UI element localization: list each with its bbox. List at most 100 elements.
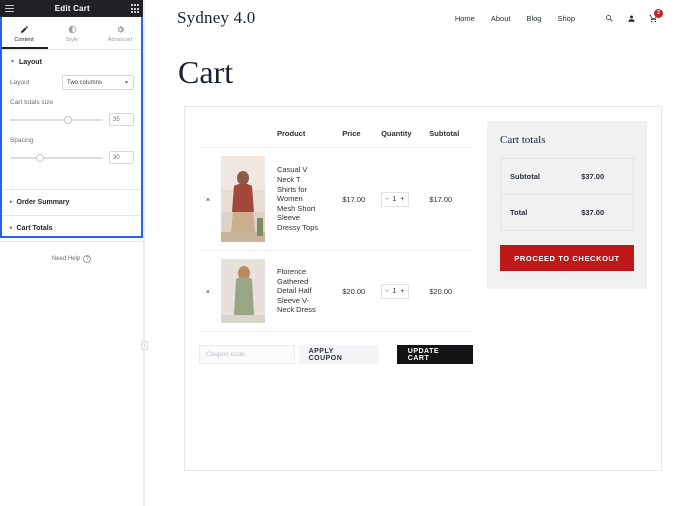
grid-apps-icon[interactable] [130, 4, 139, 13]
site-logo[interactable]: Sydney 4.0 [177, 8, 256, 28]
editor-topbar: Edit Cart [0, 0, 144, 17]
tab-style[interactable]: Style [48, 17, 96, 49]
quantity-value[interactable]: 1 [392, 288, 396, 295]
spacing-input[interactable]: 30 [109, 151, 134, 164]
product-image[interactable] [221, 156, 265, 242]
product-name[interactable]: Casual V Neck T Shirts for Women Mesh Sh… [277, 165, 321, 232]
site-preview: Sydney 4.0 Home About Blog Shop 2 Cart P… [145, 0, 680, 506]
nav-item-blog[interactable]: Blog [526, 14, 541, 23]
slider-track [10, 156, 103, 159]
tab-style-label: Style [65, 36, 79, 43]
cart-icon[interactable]: 2 [649, 8, 663, 23]
tab-advanced[interactable]: Advanced [96, 17, 144, 49]
section-order-summary-title: Order Summary [16, 199, 70, 206]
cart-table: Product Price Quantity Subtotal × Casual… [199, 121, 473, 332]
editor-panel: Edit Cart Content Style Advanced ▼ Layou… [0, 0, 148, 506]
search-icon[interactable] [605, 14, 614, 23]
panel-collapse-button[interactable]: ‹ [141, 341, 148, 350]
chevron-down-icon: ▼ [10, 59, 15, 65]
col-price: Price [338, 121, 378, 148]
slider-track [10, 118, 103, 121]
remove-item-button[interactable]: × [199, 147, 217, 251]
col-subtotal: Subtotal [425, 121, 473, 148]
col-thumbnail [217, 121, 273, 148]
section-layout-header[interactable]: ▼ Layout [0, 50, 144, 75]
product-subtotal: $17.00 [425, 147, 473, 251]
cart-totals-size-input[interactable]: 35 [109, 113, 134, 126]
slider-knob[interactable] [63, 115, 72, 124]
editor-title: Edit Cart [54, 4, 90, 13]
subtotal-label: Subtotal [500, 158, 573, 195]
quantity-cell: - 1 + [377, 250, 426, 332]
col-remove [199, 121, 217, 148]
subtotal-value: $37.00 [572, 158, 634, 195]
spacing-value: 30 [113, 154, 120, 161]
editor-tabs: Content Style Advanced [0, 17, 144, 50]
quantity-increase-button[interactable]: + [400, 196, 404, 203]
chevron-right-icon: ▸ [10, 199, 13, 205]
totals-row-total: Total $37.00 [501, 195, 634, 231]
product-price: $20.00 [338, 250, 378, 332]
header-icons: 2 [605, 8, 663, 23]
product-thumbnail-cell [217, 147, 273, 251]
quantity-decrease-button[interactable]: - [386, 196, 388, 203]
nav-item-shop[interactable]: Shop [557, 14, 575, 23]
quantity-value[interactable]: 1 [392, 196, 396, 203]
product-image[interactable] [221, 259, 265, 323]
cart-totals-size-slider[interactable] [10, 115, 103, 125]
totals-row-subtotal: Subtotal $37.00 [500, 158, 634, 195]
coupon-row: Coupon code APPLY COUPON UPDATE CART [199, 332, 473, 364]
quantity-increase-button[interactable]: + [400, 288, 404, 295]
coupon-input[interactable]: Coupon code [199, 345, 295, 364]
total-label: Total [510, 208, 528, 217]
cart-count-badge: 2 [654, 8, 663, 18]
cart-totals-size-row: 35 [10, 113, 134, 126]
apply-coupon-button[interactable]: APPLY COUPON [298, 345, 379, 364]
section-cart-totals-title: Cart Totals [16, 225, 53, 232]
section-layout-title: Layout [18, 59, 42, 66]
cart-totals-panel: Cart totals Subtotal $37.00 Total $37.00… [487, 121, 647, 289]
cart-totals-title: Cart totals [500, 134, 546, 146]
total-value: $37.00 [581, 208, 605, 217]
hamburger-icon[interactable] [5, 4, 14, 13]
app-screen: Edit Cart Content Style Advanced ▼ Layou… [0, 0, 680, 506]
product-name[interactable]: Florence Gathered Detail Half Sleeve V-N… [277, 267, 321, 315]
coupon-placeholder: Coupon code [206, 351, 245, 358]
product-price: $17.00 [338, 147, 378, 251]
table-row: × [199, 147, 473, 251]
question-circle-icon: ? [83, 255, 92, 263]
spacing-row: 30 [10, 151, 134, 164]
cart-table-header-row: Product Price Quantity Subtotal [199, 121, 473, 148]
spacing-slider[interactable] [10, 153, 103, 163]
nav-item-about[interactable]: About [491, 14, 511, 23]
update-cart-button[interactable]: UPDATE CART [396, 345, 473, 364]
tab-content[interactable]: Content [0, 17, 48, 49]
layout-label: Layout [10, 79, 30, 86]
quantity-stepper[interactable]: - 1 + [381, 191, 410, 207]
section-cart-totals[interactable]: ▸ Cart Totals [0, 216, 144, 242]
chevron-down-icon: ▼ [124, 79, 129, 86]
quantity-decrease-button[interactable]: - [386, 288, 388, 295]
col-product: Product [273, 121, 339, 148]
cart-table-section: Product Price Quantity Subtotal × Casual… [199, 121, 473, 444]
tab-advanced-label: Advanced [107, 36, 133, 43]
table-row: × [199, 250, 473, 332]
quantity-cell: - 1 + [377, 147, 426, 251]
gear-icon [117, 25, 124, 33]
remove-item-button[interactable]: × [199, 250, 217, 332]
need-help-link[interactable]: Need Help ? [0, 255, 143, 263]
pencil-icon [20, 25, 28, 33]
nav-item-home[interactable]: Home [455, 14, 475, 23]
cart-frame: Product Price Quantity Subtotal × Casual… [184, 106, 662, 471]
layout-select-value: Two columns [67, 79, 103, 86]
quantity-stepper[interactable]: - 1 + [381, 283, 410, 299]
layout-select[interactable]: Two columns ▼ [62, 75, 134, 90]
section-order-summary[interactable]: ▸ Order Summary [0, 190, 144, 216]
user-icon[interactable] [627, 14, 636, 23]
cart-totals-size-value: 35 [113, 116, 120, 123]
proceed-to-checkout-button[interactable]: PROCEED TO CHECKOUT [500, 245, 634, 271]
slider-knob[interactable] [36, 153, 45, 162]
spacing-label: Spacing [10, 137, 34, 144]
tab-content-label: Content [14, 36, 34, 43]
product-name-cell: Casual V Neck T Shirts for Women Mesh Sh… [273, 147, 339, 251]
